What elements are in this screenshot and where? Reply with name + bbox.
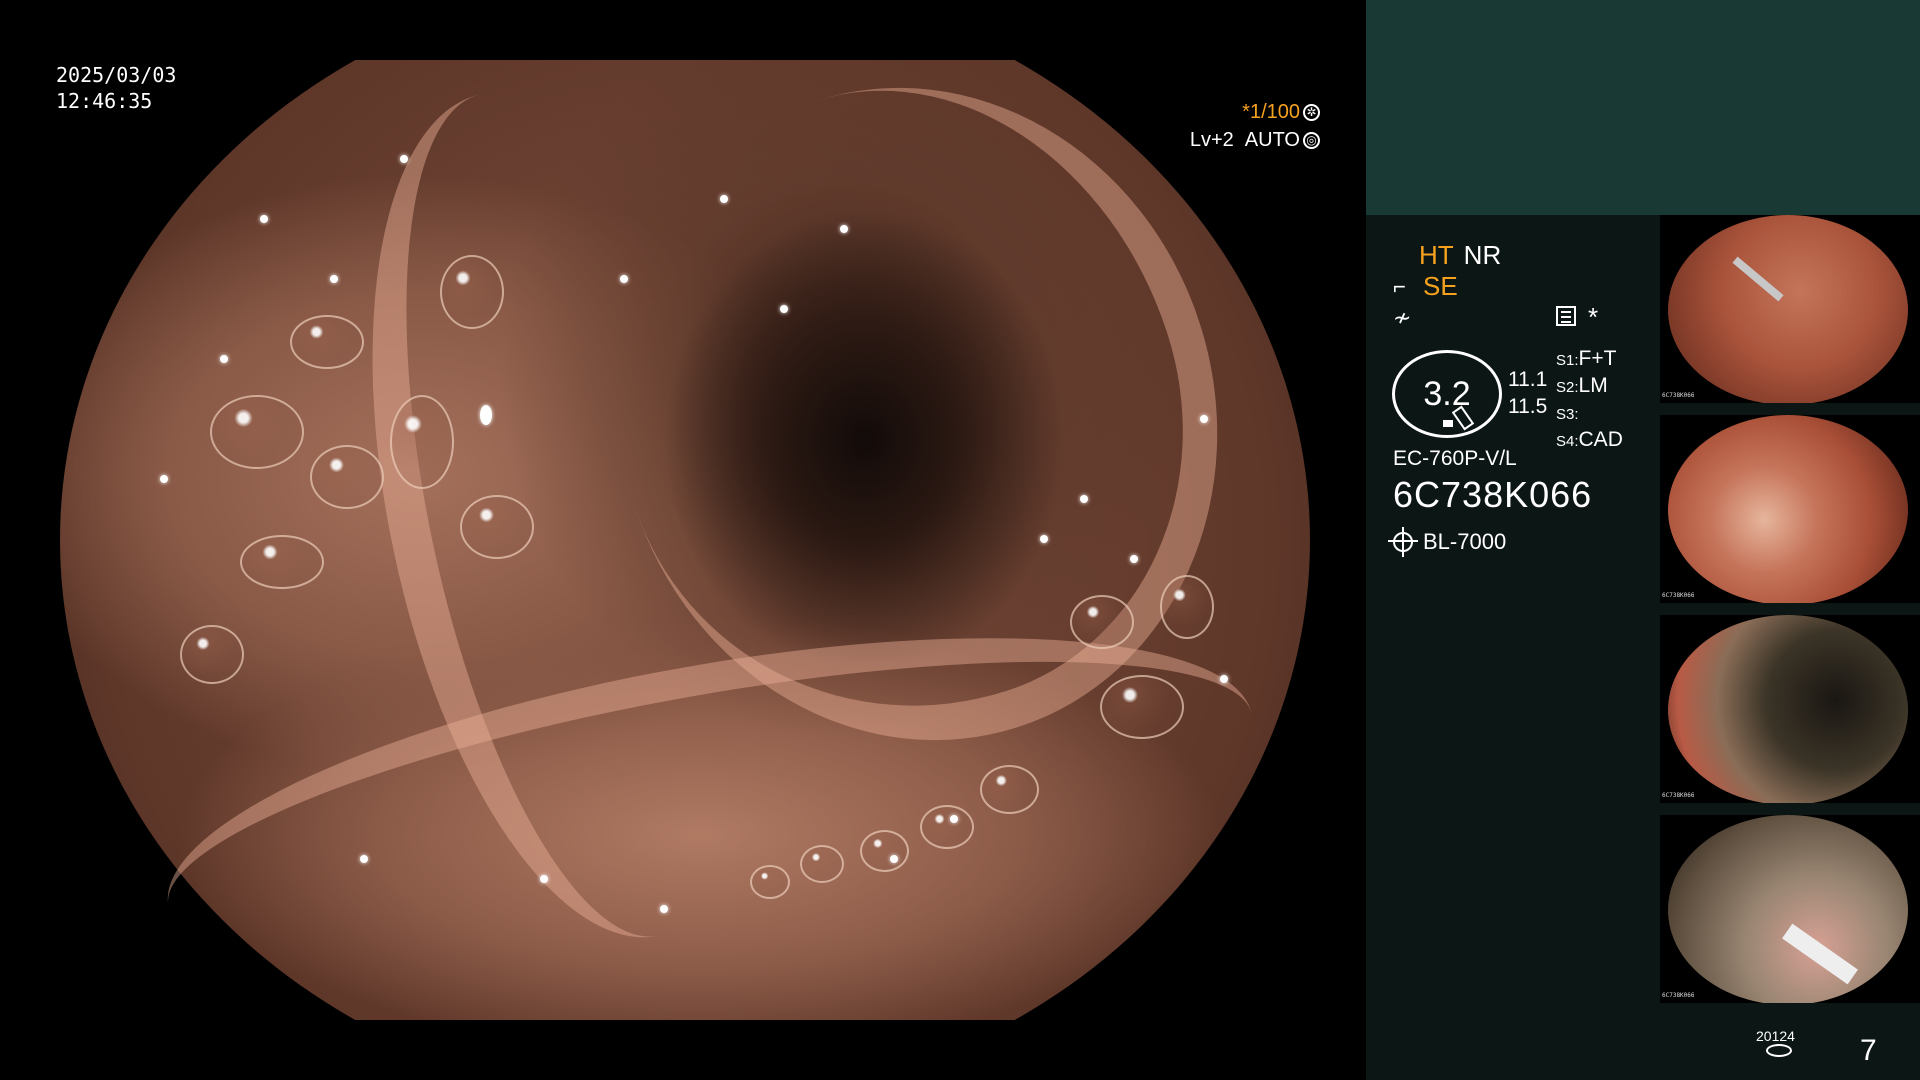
light-reflection [1200,415,1208,423]
bubble [460,495,534,559]
shutter-speed: *1/100 [1242,101,1300,123]
thumbnail-image [1668,215,1908,403]
storage-disk-icon [1766,1044,1792,1057]
thumbnail-serial: 6C738K066 [1662,792,1695,799]
datetime-display: 2025/03/03 12:46:35 [56,62,176,114]
structure-enhancement-icon: ⌐ [1393,274,1406,299]
thumbnail-3[interactable]: 6C738K066 [1660,615,1920,803]
image-number: 7 [1860,1034,1877,1067]
scope-switch-list: S1:F+T S2:LM S3: S4:CAD [1556,346,1623,454]
bubble [1100,675,1184,739]
light-reflection [780,305,788,313]
bubble [240,535,324,589]
asterisk-indicator: * [1588,302,1599,332]
waveform-icon: ≁ [1393,305,1412,330]
exposure-settings: *1/100 ✲ Lv+2 AUTO ◎ [1180,98,1320,154]
scope-switch-1: S1:F+T [1556,347,1617,370]
capacity-indicator: 3.2 [1392,350,1502,438]
bubble [290,315,364,369]
light-reflection [1130,555,1138,563]
enhancement-modes: HT NR ⌐ SE ≁ [1393,240,1501,333]
menu-list-icon [1556,306,1576,326]
thumbnail-image [1668,815,1908,1003]
bubble [920,805,974,849]
scope-serial: 6C738K066 [1393,474,1593,515]
bubble [980,765,1039,814]
thumbnail-image [1668,615,1908,803]
time-text: 12:46:35 [56,89,153,113]
light-reflection [160,475,168,483]
light-reflection [260,215,268,223]
light-reflection [890,855,898,863]
light-source: BL-7000 [1388,527,1507,557]
bubble [180,625,244,684]
light-reflection [840,225,848,233]
light-reflection [720,195,728,203]
light-source-icon [1388,527,1418,557]
reading-b: 11.5 [1508,395,1548,418]
bubble [390,395,454,489]
light-reflection [1080,495,1088,503]
bubble [800,845,844,883]
bubble [1160,575,1214,639]
thumbnail-image [1668,415,1908,603]
thumbnail-1[interactable]: 6C738K066 [1660,215,1920,403]
storage-count: 20124 [1756,1028,1795,1044]
thumbnail-serial: 6C738K066 [1662,992,1695,999]
bubble [1070,595,1134,649]
scope-switch-3: S3: [1556,406,1579,423]
capacity-readings: 11.1 11.5 [1508,366,1547,420]
thumbnail-serial: 6C738K066 [1662,392,1695,399]
light-source-name: BL-7000 [1423,529,1507,554]
ht-mode: HT [1419,240,1454,270]
bubble [860,830,909,872]
scope-switch-2: S2:LM [1556,374,1608,397]
scope-model: EC-760P-V/L [1393,447,1517,470]
light-reflection [660,905,668,913]
light-reflection [480,405,492,425]
auto-iris-icon: ◎ [1303,131,1320,149]
brightness-level: Lv+2 [1189,129,1234,151]
battery-icon [1451,405,1475,431]
bubble [440,255,504,329]
light-reflection [540,875,548,883]
endoscope-live-view [60,60,1310,1020]
bubble [750,865,790,899]
thumbnail-4[interactable]: 6C738K066 [1660,815,1920,1003]
bubble [210,395,304,469]
light-reflection [620,275,628,283]
thumbnail-serial: 6C738K066 [1662,592,1695,599]
light-reflection [1220,675,1228,683]
light-reflection [330,275,338,283]
side-panel-header [1366,0,1920,215]
light-reflection [1040,535,1048,543]
reading-a: 11.1 [1508,368,1548,391]
endoscope-image-circle [60,60,1310,1020]
light-reflection [400,155,408,163]
light-reflection [220,355,228,363]
light-reflection [360,855,368,863]
iris-wheel-icon: ✲ [1303,103,1320,121]
capacity-square-icon [1443,420,1453,427]
bubble [310,445,384,509]
scope-switch-4: S4:CAD [1556,428,1623,451]
nr-mode: NR [1463,240,1502,270]
date-text: 2025/03/03 [56,63,177,87]
light-reflection [950,815,958,823]
thumbnail-2[interactable]: 6C738K066 [1660,415,1920,603]
auto-mode: AUTO [1244,129,1300,151]
se-mode: SE [1423,271,1458,301]
